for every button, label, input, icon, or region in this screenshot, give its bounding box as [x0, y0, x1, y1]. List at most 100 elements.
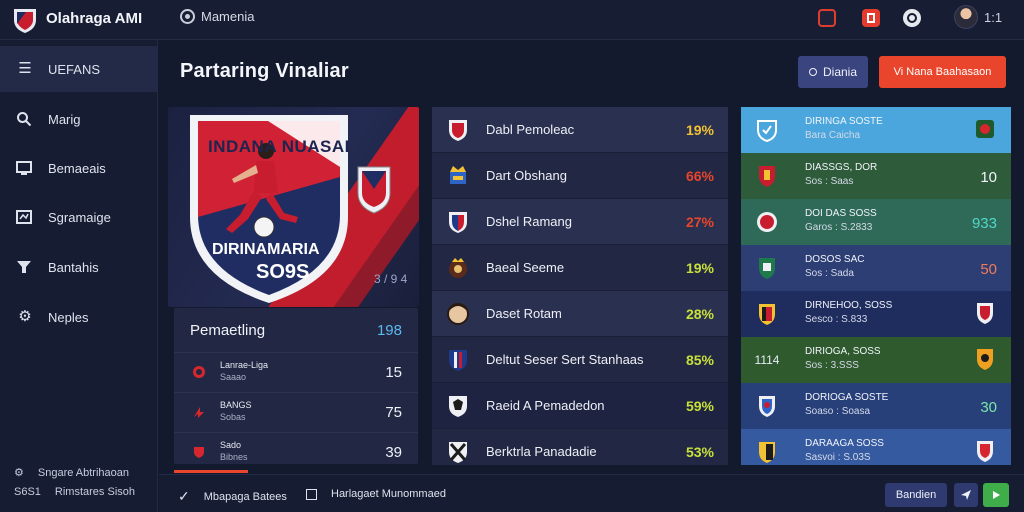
- send-icon[interactable]: [954, 483, 978, 507]
- list-item[interactable]: Dart Obshang 66%: [432, 153, 728, 199]
- menu-icon: ☰: [18, 60, 32, 77]
- bottom-item-label: Harlagaet Munommaed: [331, 488, 446, 500]
- list-item-sub: Soaso : Soasa: [805, 406, 871, 417]
- primary-button[interactable]: Vi Nana Baahasaon: [879, 56, 1006, 88]
- crest-text-top: INDANA NUASAI: [208, 137, 350, 156]
- top-nav-item[interactable]: Mamenia: [180, 9, 254, 24]
- team-crest-icon: [755, 440, 779, 464]
- list-item-percent: 85%: [685, 351, 714, 368]
- list-item[interactable]: DOI DAS SOSS Garos : S.2833 933: [741, 199, 1011, 245]
- list-item[interactable]: DIASSGS, DOR Sos : Saas 10: [741, 153, 1011, 199]
- sidebar: ☰ UEFANS Marig Bemaeais Sgramaige Bantah…: [0, 40, 158, 512]
- chart-icon: [16, 209, 34, 225]
- list-item[interactable]: Baeal Seeme 19%: [432, 245, 728, 291]
- list-item[interactable]: DARAAGA SOSS Sasvoi : S.03S: [741, 429, 1011, 465]
- list-item-title: DOSOS SAC: [805, 254, 865, 265]
- list-item-title: DIASSGS, DOR: [805, 162, 878, 173]
- avatar[interactable]: [954, 5, 978, 29]
- top-bar: Olahraga AMI Mamenia 1:1: [0, 0, 1024, 40]
- list-item[interactable]: DOSOS SAC Sos : Sada 50: [741, 245, 1011, 291]
- list-item-name: Dabl Pemoleac: [486, 122, 575, 137]
- settings-icon[interactable]: [903, 9, 921, 27]
- list-item[interactable]: Deltut Seser Sert Stanhaas 85%: [432, 337, 728, 383]
- bottom-item-1[interactable]: ✓ Mbapaga Batees: [178, 488, 287, 505]
- list-item[interactable]: DORIOGA SOSTE Soaso : Soasa 30: [741, 383, 1011, 429]
- green-crest-icon: [975, 117, 995, 141]
- list-item[interactable]: Raeid A Pemadedon 59%: [432, 383, 728, 429]
- bottom-item-2[interactable]: Harlagaet Munommaed: [306, 488, 446, 500]
- secondary-button[interactable]: Diania: [798, 56, 868, 88]
- ranking-value: 198: [376, 322, 402, 339]
- sidebar-item-label: Bantahis: [48, 259, 99, 275]
- ranking-row-value: 15: [385, 364, 402, 381]
- list-item-value: 10: [980, 169, 997, 186]
- list-item-sub: Bara Caicha: [805, 130, 861, 141]
- list-item[interactable]: DIRNEHOO, SOSS Sesco : S.833: [741, 291, 1011, 337]
- search-icon: [16, 111, 34, 127]
- bottom-button-label: Bandien: [895, 489, 937, 501]
- list-item-value: 933: [971, 215, 997, 232]
- sidebar-item-marig[interactable]: Marig: [0, 96, 158, 142]
- list-item[interactable]: Berktrla Panadadie 53%: [432, 429, 728, 465]
- list-item[interactable]: Dshel Ramang 27%: [432, 199, 728, 245]
- list-item[interactable]: 1114 DIRIOGA, SOSS Sos : 3.SSS: [741, 337, 1011, 383]
- ranking-title: Pemaetling: [190, 322, 266, 339]
- standings-list: DIRINGA SOSTE Bara Caicha DIASSGS, DOR S…: [741, 107, 1011, 465]
- cross-crest-icon: [446, 439, 470, 465]
- list-item-name: Dart Obshang: [486, 168, 567, 183]
- stripe-shield-icon: [446, 347, 470, 373]
- list-item-sub: Sos : Saas: [805, 176, 854, 187]
- hero-badge-value: 3 / 9 4: [374, 272, 408, 286]
- ranking-row[interactable]: BANGS Sobas 75: [174, 392, 418, 432]
- ranking-card: Pemaetling 198 Lanrae-Liga Saaao 15 BANG…: [174, 308, 418, 464]
- list-item-percent: 59%: [685, 397, 714, 414]
- list-item[interactable]: Dabl Pemoleac 19%: [432, 107, 728, 153]
- red-crest-icon: [975, 439, 995, 463]
- sidebar-item-uefans[interactable]: ☰ UEFANS: [0, 46, 158, 92]
- sidebar-item-label: Marig: [48, 111, 81, 127]
- square-icon: [306, 488, 317, 500]
- list-item-sub: Sasvoi : S.03S: [805, 452, 871, 463]
- list-item-name: Baeal Seeme: [486, 260, 565, 275]
- list-item-percent: 66%: [685, 167, 714, 184]
- ranking-row-value: 39: [385, 444, 402, 461]
- team-crest-icon: [755, 210, 779, 234]
- list-item-value: 50: [980, 261, 997, 278]
- ranking-row[interactable]: Lanrae-Liga Saaao 15: [174, 352, 418, 392]
- notification-icon[interactable]: [862, 9, 880, 27]
- sidebar-footer-item-2[interactable]: S6S1 Rimstares Sisoh: [14, 486, 135, 498]
- list-item[interactable]: DIRINGA SOSTE Bara Caicha: [741, 107, 1011, 153]
- team-crest-icon: [755, 164, 779, 188]
- list-item-title: DIRIOGA, SOSS: [805, 346, 881, 357]
- red-circle-icon: [192, 365, 206, 379]
- secondary-button-label: Diania: [822, 65, 858, 79]
- crest-text-bottom: DIRINAMARIA: [212, 241, 320, 258]
- ranking-progress-bar: [174, 470, 248, 473]
- sidebar-item-label: UEFANS: [48, 61, 101, 77]
- list-item-name: Berktrla Panadadie: [486, 444, 597, 459]
- alert-icon[interactable]: [818, 9, 836, 27]
- monitor-icon: [16, 160, 34, 176]
- eagle-crest-icon: [446, 393, 470, 419]
- shield-icon: [975, 301, 995, 325]
- list-item-title: DIRNEHOO, SOSS: [805, 300, 893, 311]
- bottom-item-label: Mbapaga Batees: [203, 490, 287, 503]
- sidebar-footer-item-1[interactable]: ⚙ Sngare Abtrihaoan: [14, 466, 129, 480]
- list-item-name: Raeid A Pemadedon: [486, 398, 605, 413]
- ranking-row[interactable]: Sado Bibnes 39: [174, 432, 418, 464]
- sidebar-item-sgramaige[interactable]: Sgramaige: [0, 194, 158, 240]
- list-item-sub: Garos : S.2833: [805, 222, 873, 233]
- sidebar-item-bemaeais[interactable]: Bemaeais: [0, 145, 158, 191]
- play-icon[interactable]: [983, 483, 1009, 507]
- user-value: 1:1: [984, 10, 1003, 25]
- bottom-button-primary[interactable]: Bandien: [885, 483, 947, 507]
- sidebar-item-neples[interactable]: ⚙ Neples: [0, 294, 158, 340]
- list-item[interactable]: Daset Rotam 28%: [432, 291, 728, 337]
- ranking-row-value: 75: [385, 404, 402, 421]
- sidebar-item-label: Neples: [48, 309, 89, 325]
- shield-check-icon: [755, 118, 779, 142]
- app-name[interactable]: Olahraga AMI: [46, 10, 142, 27]
- sidebar-item-bantahis[interactable]: Bantahis: [0, 244, 158, 290]
- list-item-title: DORIOGA SOSTE: [805, 392, 889, 403]
- app-logo-icon[interactable]: [12, 6, 38, 34]
